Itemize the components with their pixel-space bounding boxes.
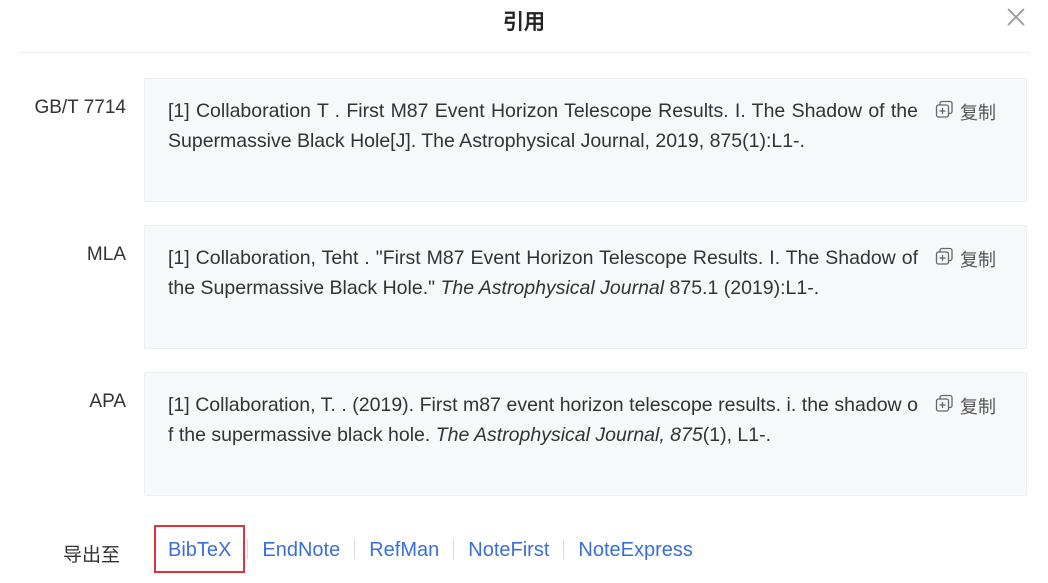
copy-label: 复制 [960, 250, 996, 271]
export-noteexpress-link[interactable]: NoteExpress [566, 525, 705, 573]
copy-icon [935, 394, 960, 418]
separator [563, 539, 565, 559]
format-label-apa: APA [89, 391, 126, 412]
citation-box-apa: [1] Collaboration, T. . (2019). First m8… [144, 372, 1027, 496]
format-label-gbt: GB/T 7714 [34, 97, 126, 118]
citation-text-gbt: [1] Collaboration T . First M87 Event Ho… [168, 100, 918, 152]
export-label: 导出至 [63, 544, 121, 566]
citation-text-apa: [1] Collaboration, T. . (2019). First m8… [168, 394, 918, 446]
copy-icon [935, 100, 960, 124]
separator [354, 539, 356, 559]
dialog-title: 引用 [503, 10, 545, 34]
copy-button-mla[interactable]: 复制 [935, 246, 996, 272]
citation-dialog: 引用 GB/T 7714 [1] Collaboration T . First… [0, 0, 1048, 583]
citation-box-gbt: [1] Collaboration T . First M87 Event Ho… [144, 78, 1027, 202]
export-endnote-link[interactable]: EndNote [250, 525, 352, 573]
copy-icon [935, 247, 960, 271]
citation-text-mla: [1] Collaboration, Teht . "First M87 Eve… [168, 247, 918, 299]
export-bibtex-link[interactable]: BibTeX [154, 525, 246, 573]
copy-label: 复制 [960, 103, 996, 124]
export-notefirst-link[interactable]: NoteFirst [456, 525, 561, 573]
close-icon[interactable] [1004, 5, 1028, 29]
separator [247, 539, 249, 559]
export-bar: 导出至 BibTeX EndNote RefMan NoteFirst Note… [0, 524, 1048, 574]
export-refman-link[interactable]: RefMan [357, 525, 451, 573]
export-links: BibTeX EndNote RefMan NoteFirst NoteExpr… [154, 524, 705, 574]
header-divider [18, 52, 1030, 53]
copy-button-gbt[interactable]: 复制 [935, 99, 996, 125]
separator [453, 539, 455, 559]
format-label-mla: MLA [86, 244, 126, 265]
citation-box-mla: [1] Collaboration, Teht . "First M87 Eve… [144, 225, 1027, 349]
copy-button-apa[interactable]: 复制 [935, 393, 996, 419]
copy-label: 复制 [960, 397, 996, 418]
